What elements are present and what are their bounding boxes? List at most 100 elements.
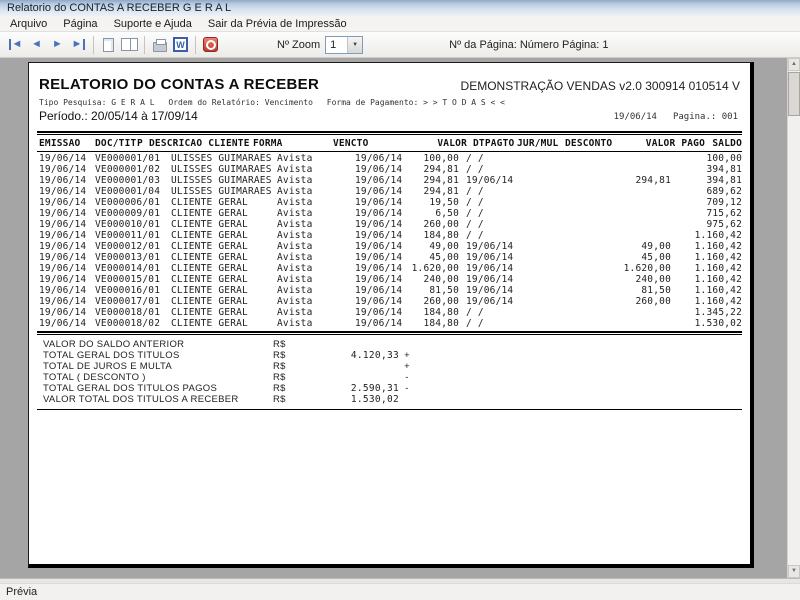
cell-emissao: 19/06/14 bbox=[39, 208, 95, 219]
scrollbar-thumb[interactable] bbox=[788, 72, 800, 116]
page-info-label: Nº da Página: Número Página: 1 bbox=[449, 39, 608, 51]
total-label: TOTAL DE JUROS E MULTA bbox=[43, 361, 273, 372]
cell-pago: 294,81 bbox=[599, 175, 671, 186]
cell-saldo: 1.160,42 bbox=[671, 296, 742, 307]
zoom-label: Nº Zoom bbox=[277, 39, 320, 51]
cell-vencto: 19/06/14 bbox=[331, 241, 401, 252]
prev-page-button[interactable]: ◄ bbox=[26, 35, 47, 55]
cell-desconto bbox=[555, 208, 599, 219]
cell-vencto: 19/06/14 bbox=[331, 197, 401, 208]
next-page-button[interactable]: ► bbox=[47, 35, 68, 55]
cell-forma: Avista bbox=[277, 175, 331, 186]
cell-doc: VE000006/01 bbox=[95, 197, 171, 208]
cell-emissao: 19/06/14 bbox=[39, 186, 95, 197]
cell-doc: VE000014/01 bbox=[95, 263, 171, 274]
cell-desconto bbox=[555, 296, 599, 307]
cell-saldo: 394,81 bbox=[671, 175, 742, 186]
vertical-scrollbar[interactable]: ▲ ▼ bbox=[787, 58, 800, 578]
table-row: 19/06/14VE000010/01CLIENTE GERALAvista19… bbox=[39, 219, 742, 230]
cell-vencto: 19/06/14 bbox=[331, 208, 401, 219]
last-page-button[interactable]: ► bbox=[68, 35, 89, 55]
cell-vencto: 19/06/14 bbox=[331, 252, 401, 263]
cell-forma: Avista bbox=[277, 197, 331, 208]
total-label: VALOR TOTAL DOS TITULOS A RECEBER bbox=[43, 394, 273, 405]
menu-suporte-e-ajuda[interactable]: Suporte e Ajuda bbox=[106, 16, 200, 32]
scroll-up-icon[interactable]: ▲ bbox=[788, 58, 800, 71]
cell-cliente: CLIENTE GERAL bbox=[171, 197, 277, 208]
cell-dtpagto: / / bbox=[459, 318, 515, 329]
zoom-select[interactable]: 1 ▼ bbox=[325, 36, 363, 54]
cell-cliente: CLIENTE GERAL bbox=[171, 219, 277, 230]
cell-emissao: 19/06/14 bbox=[39, 263, 95, 274]
cell-desconto bbox=[555, 219, 599, 230]
cell-vencto: 19/06/14 bbox=[331, 285, 401, 296]
chevron-down-icon[interactable]: ▼ bbox=[347, 37, 362, 53]
cell-emissao: 19/06/14 bbox=[39, 241, 95, 252]
cell-valor: 294,81 bbox=[401, 164, 459, 175]
cell-jurmul bbox=[515, 263, 555, 274]
two-page-view-button[interactable] bbox=[119, 35, 140, 55]
cell-jurmul bbox=[515, 230, 555, 241]
cell-vencto: 19/06/14 bbox=[331, 175, 401, 186]
cell-valor: 1.620,00 bbox=[401, 263, 459, 274]
cell-dtpagto: / / bbox=[459, 208, 515, 219]
cell-emissao: 19/06/14 bbox=[39, 318, 95, 329]
cell-valor: 184,80 bbox=[401, 307, 459, 318]
two-page-icon bbox=[121, 38, 138, 51]
cell-emissao: 19/06/14 bbox=[39, 296, 95, 307]
table-row: 19/06/14VE000001/04ULISSES GUIMARAESAvis… bbox=[39, 186, 742, 197]
cell-emissao: 19/06/14 bbox=[39, 230, 95, 241]
cell-forma: Avista bbox=[277, 285, 331, 296]
table-row: 19/06/14VE000001/03ULISSES GUIMARAESAvis… bbox=[39, 175, 742, 186]
total-value: 1.530,02 bbox=[323, 394, 399, 405]
report-app-info: DEMONSTRAÇÃO VENDAS v2.0 300914 010514 V bbox=[461, 79, 740, 93]
status-label: Prévia bbox=[6, 586, 37, 598]
menu-arquivo[interactable]: Arquivo bbox=[2, 16, 55, 32]
cell-dtpagto: / / bbox=[459, 230, 515, 241]
cell-vencto: 19/06/14 bbox=[331, 230, 401, 241]
menu-sair-da-previa[interactable]: Sair da Prévia de Impressão bbox=[200, 16, 355, 32]
column-header-cliente: DESCRICAO CLIENTE bbox=[149, 138, 253, 149]
total-value bbox=[323, 372, 399, 383]
cell-forma: Avista bbox=[277, 219, 331, 230]
menu-pagina[interactable]: Página bbox=[55, 16, 105, 32]
cell-emissao: 19/06/14 bbox=[39, 153, 95, 164]
report-filters: Tipo Pesquisa: G E R A L Ordem do Relató… bbox=[39, 98, 514, 107]
cell-dtpagto: / / bbox=[459, 219, 515, 230]
column-header-saldo: SALDO bbox=[705, 138, 742, 149]
cell-doc: VE000001/02 bbox=[95, 164, 171, 175]
cell-desconto bbox=[555, 230, 599, 241]
cell-valor: 49,00 bbox=[401, 241, 459, 252]
first-page-button[interactable]: ◄ bbox=[5, 35, 26, 55]
cell-jurmul bbox=[515, 307, 555, 318]
total-value: 2.590,31 bbox=[323, 383, 399, 394]
cell-pago: 240,00 bbox=[599, 274, 671, 285]
single-page-view-button[interactable] bbox=[98, 35, 119, 55]
power-icon bbox=[203, 37, 218, 52]
cell-valor: 184,80 bbox=[401, 318, 459, 329]
single-page-icon bbox=[103, 38, 114, 52]
report-date: 19/06/14 bbox=[614, 112, 657, 122]
cell-cliente: CLIENTE GERAL bbox=[171, 241, 277, 252]
cell-cliente: CLIENTE GERAL bbox=[171, 263, 277, 274]
cell-doc: VE000015/01 bbox=[95, 274, 171, 285]
cell-dtpagto: 19/06/14 bbox=[459, 296, 515, 307]
print-button[interactable] bbox=[149, 35, 170, 55]
table-row: 19/06/14VE000016/01CLIENTE GERALAvista19… bbox=[39, 285, 742, 296]
cell-saldo: 1.160,42 bbox=[671, 230, 742, 241]
exit-preview-button[interactable] bbox=[200, 35, 221, 55]
cell-cliente: CLIENTE GERAL bbox=[171, 230, 277, 241]
filter-payment: Forma de Pagamento: > > T O D A S < < bbox=[327, 98, 505, 107]
cell-jurmul bbox=[515, 197, 555, 208]
report-page: RELATORIO DO CONTAS A RECEBER DEMONSTRAÇ… bbox=[28, 62, 754, 568]
cell-dtpagto: / / bbox=[459, 164, 515, 175]
cell-saldo: 1.160,42 bbox=[671, 241, 742, 252]
total-label: TOTAL ( DESCONTO ) bbox=[43, 372, 273, 383]
cell-desconto bbox=[555, 164, 599, 175]
cell-doc: VE000001/04 bbox=[95, 186, 171, 197]
scroll-down-icon[interactable]: ▼ bbox=[788, 565, 800, 578]
export-word-button[interactable]: W bbox=[170, 35, 191, 55]
cell-emissao: 19/06/14 bbox=[39, 285, 95, 296]
cell-jurmul bbox=[515, 241, 555, 252]
cell-doc: VE000010/01 bbox=[95, 219, 171, 230]
